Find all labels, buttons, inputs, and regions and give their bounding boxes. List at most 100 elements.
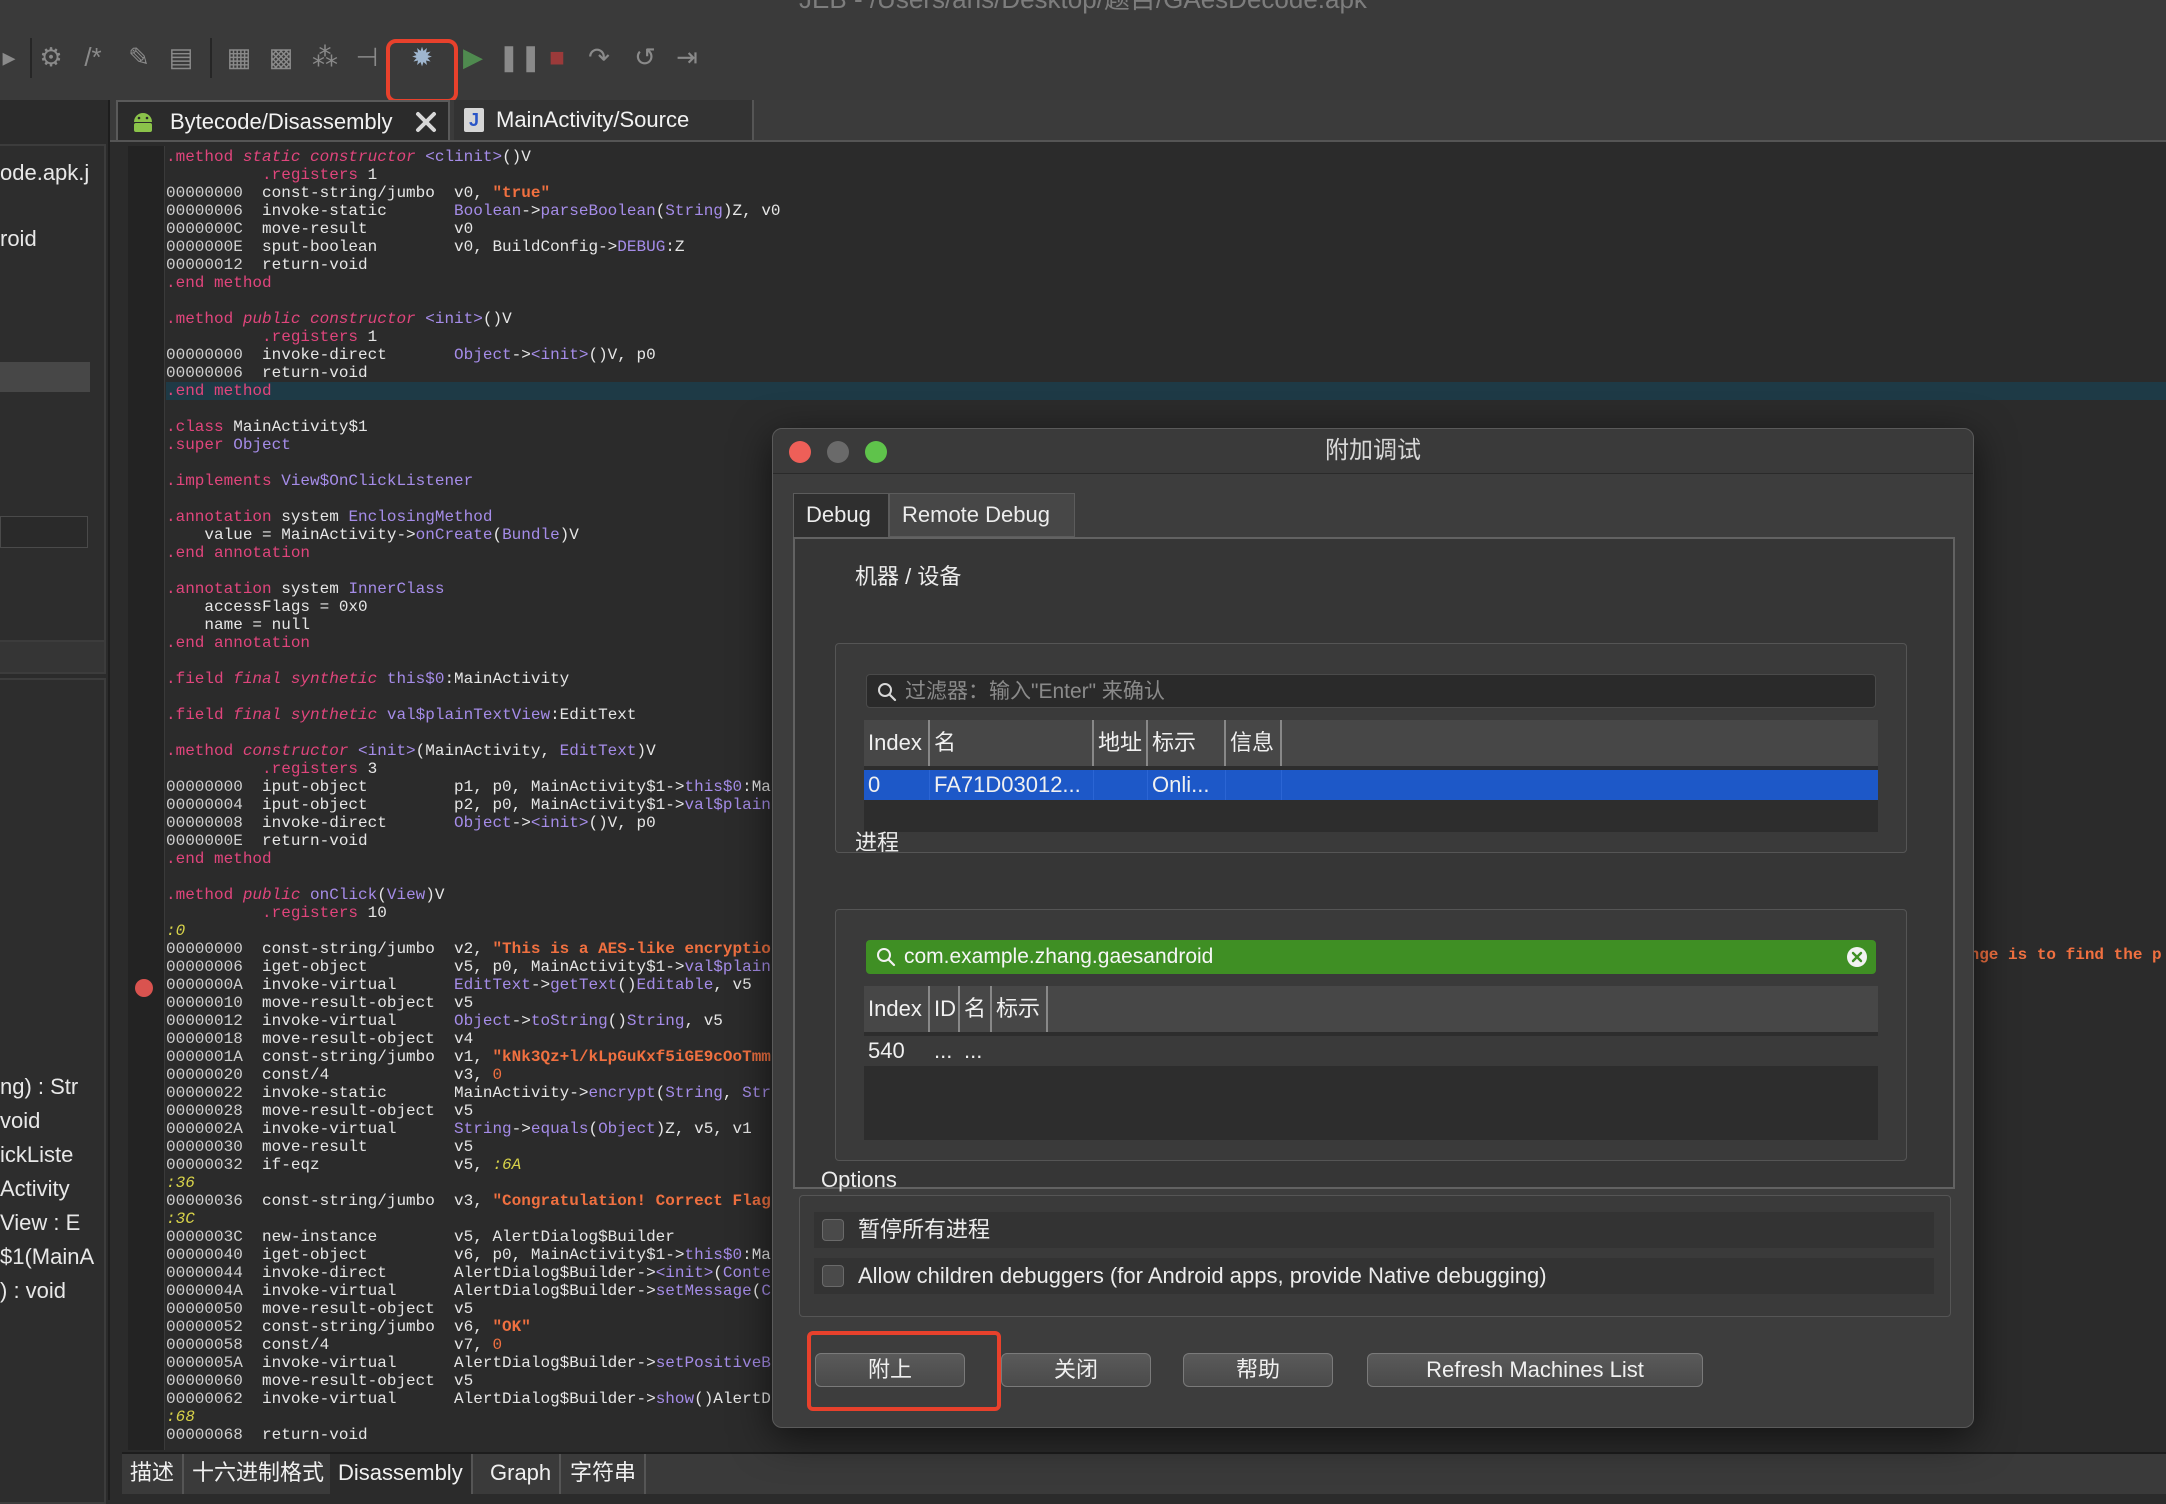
column-header[interactable]: 名 [960, 986, 992, 1032]
pause-icon[interactable]: ❚❚ [498, 40, 542, 74]
tab-label: MainActivity/Source [496, 107, 690, 132]
toolbar-separator [30, 38, 32, 78]
process-table: Index ID 名 标示 540 ... ... [864, 986, 1878, 1140]
tab-mainactivity-source[interactable]: J MainActivity/Source [454, 100, 754, 140]
code-gutter[interactable] [128, 146, 165, 1450]
column-header[interactable]: ID [930, 986, 960, 1032]
method-list-item[interactable]: ) : void [0, 1278, 66, 1304]
method-list-item[interactable]: ickListe [0, 1142, 73, 1168]
close-button[interactable]: 关闭 [1001, 1353, 1151, 1387]
method-list-item[interactable]: ng) : Str [0, 1074, 78, 1100]
code-line[interactable]: .method public constructor <init>()V [166, 310, 2166, 328]
options-label: Options [821, 1167, 897, 1192]
tab-bytecode-disassembly[interactable]: Bytecode/Disassembly [116, 100, 450, 140]
code-line[interactable]: 00000006 invoke-static Boolean->parseBoo… [166, 202, 2166, 220]
code-line[interactable] [166, 400, 2166, 418]
tab-graph[interactable]: Graph [482, 1454, 562, 1494]
code-line[interactable]: 0000000E sput-boolean v0, BuildConfig->D… [166, 238, 2166, 256]
machine-filter-placeholder: 过滤器：输入"Enter" 来确认 [905, 680, 1165, 703]
tab-disassembly[interactable]: Disassembly [330, 1454, 473, 1494]
nodes-icon[interactable]: ⁂ [308, 40, 342, 74]
step-over-icon[interactable]: ↷ [582, 40, 616, 74]
code-line[interactable]: 00000000 invoke-direct Object-><init>()V… [166, 346, 2166, 364]
grid-icon[interactable]: ▦ [222, 40, 256, 74]
editor-tab-bar: Bytecode/Disassembly J MainActivity/Sour… [110, 100, 2166, 142]
play-icon[interactable]: ▸ [0, 40, 26, 74]
tab-hex[interactable]: 十六进制格式 [184, 1454, 335, 1494]
step-out-icon[interactable]: ⇥ [670, 40, 704, 74]
step-into-icon[interactable]: ↺ [628, 40, 662, 74]
tree-filter-input[interactable] [0, 516, 88, 548]
breakpoint-marker[interactable] [135, 979, 153, 997]
document-icon[interactable]: ▤ [164, 40, 198, 74]
option-row[interactable]: Allow children debuggers (for Android ap… [814, 1258, 1934, 1294]
machine-address [1094, 770, 1148, 800]
code-line[interactable]: 00000006 return-void [166, 364, 2166, 382]
machines-group-label: 机器 / 设备 [855, 564, 962, 589]
project-tree-item[interactable]: ode.apk.j [0, 160, 89, 186]
column-header[interactable]: Index [864, 986, 930, 1032]
code-line[interactable]: .end method [166, 382, 2166, 400]
code-line[interactable]: .method static constructor <clinit>()V [166, 148, 2166, 166]
left-panel: ode.apk.j roid ng) : Str void ickListe A… [0, 100, 110, 1504]
project-tree-item[interactable]: roid [0, 226, 37, 252]
method-list-item[interactable]: View : E [0, 1210, 80, 1236]
tab-strings[interactable]: 字符串 [562, 1454, 647, 1494]
column-header[interactable]: 标示 [1148, 720, 1226, 766]
machine-status: Onli... [1148, 770, 1226, 800]
process-index: 540 [864, 1036, 930, 1066]
grid-alt-icon[interactable]: ▩ [264, 40, 298, 74]
attach-debugger-dialog: 附加调试 Debug Remote Debug 机器 / 设备 过滤器：输入"E… [772, 428, 1974, 1428]
settings-icon[interactable]: ⚙ [34, 40, 68, 74]
code-line[interactable]: 0000000C move-result v0 [166, 220, 2166, 238]
machine-filter-input[interactable]: 过滤器：输入"Enter" 来确认 [866, 674, 1876, 708]
help-button[interactable]: 帮助 [1183, 1353, 1333, 1387]
dialog-title: 附加调试 [1325, 437, 1421, 464]
code-line[interactable] [166, 292, 2166, 310]
run-icon[interactable]: ▶ [456, 40, 490, 74]
code-line[interactable]: 00000000 const-string/jumbo v0, "true" [166, 184, 2166, 202]
selected-tree-row[interactable] [0, 362, 90, 392]
code-line[interactable]: 00000012 return-void [166, 256, 2166, 274]
android-icon [134, 113, 152, 132]
method-list-item[interactable]: $1(MainA [0, 1244, 94, 1270]
column-header[interactable]: 地址 [1094, 720, 1148, 766]
comment-icon[interactable]: /* [76, 40, 110, 74]
process-row[interactable]: 540 ... ... [864, 1036, 1878, 1066]
tree-icon[interactable]: ⊣ [350, 40, 384, 74]
method-list-item[interactable]: Activity [0, 1176, 70, 1202]
code-line[interactable]: 00000068 return-void [166, 1426, 2166, 1444]
tab-debug[interactable]: Debug [793, 493, 889, 537]
window-title-bar: JEB - /Users/ans/Desktop/题目/GAesDecode.a… [0, 0, 2166, 16]
pencil-icon[interactable]: ✎ [122, 40, 156, 74]
process-filter-input[interactable]: com.example.zhang.gaesandroid [866, 940, 1876, 974]
suspend-all-checkbox[interactable] [822, 1219, 844, 1241]
stop-icon[interactable]: ■ [540, 40, 574, 74]
bottom-tab-bar: 描述 十六进制格式 Disassembly Graph 字符串 [122, 1452, 2166, 1494]
window-title: JEB - /Users/ans/Desktop/题目/GAesDecode.a… [0, 0, 2166, 14]
code-line[interactable]: .registers 1 [166, 328, 2166, 346]
process-group: com.example.zhang.gaesandroid Index ID 名… [835, 909, 1907, 1161]
process-group-label: 进程 [855, 830, 900, 855]
suspend-all-label: 暂停所有进程 [858, 1217, 991, 1242]
column-header[interactable]: 标示 [992, 986, 1048, 1032]
attach-button-highlight [807, 1331, 1001, 1411]
clear-filter-icon[interactable] [1846, 946, 1868, 968]
process-flag [992, 1036, 1048, 1066]
machine-info [1226, 770, 1282, 800]
code-line[interactable]: .end method [166, 274, 2166, 292]
refresh-machines-button[interactable]: Refresh Machines List [1367, 1353, 1703, 1387]
tab-remote-debug[interactable]: Remote Debug [889, 493, 1075, 537]
close-tab-icon[interactable] [414, 110, 438, 134]
children-debuggers-checkbox[interactable] [822, 1265, 844, 1287]
code-line[interactable]: .registers 1 [166, 166, 2166, 184]
option-row[interactable]: 暂停所有进程 [814, 1212, 1934, 1248]
column-header[interactable]: 名 [930, 720, 1094, 766]
tab-description[interactable]: 描述 [122, 1454, 185, 1494]
method-list-item[interactable]: void [0, 1108, 40, 1134]
search-icon [877, 948, 896, 967]
machine-row[interactable]: 0 FA71D03012... Onli... [864, 770, 1878, 800]
column-header[interactable]: Index [864, 720, 930, 766]
process-name: ... [960, 1036, 992, 1066]
column-header[interactable]: 信息 [1226, 720, 1282, 766]
